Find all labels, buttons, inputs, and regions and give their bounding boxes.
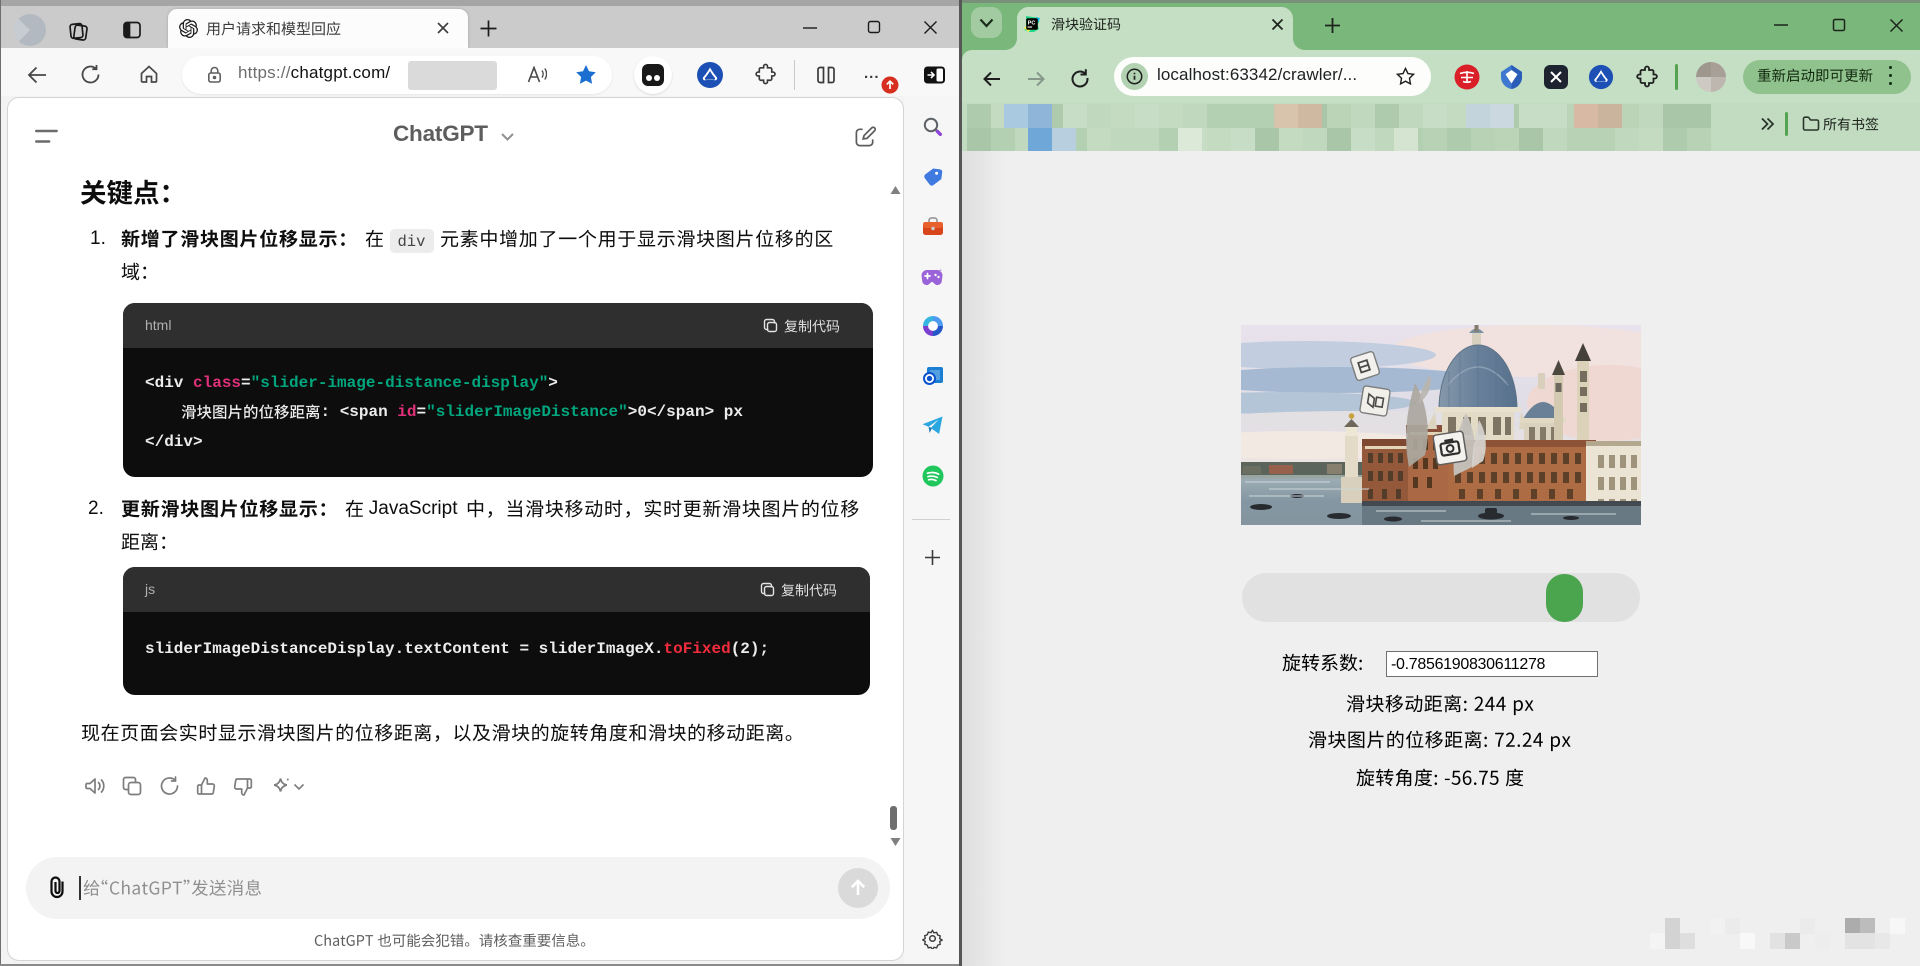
svg-text:PC: PC	[1028, 20, 1036, 26]
